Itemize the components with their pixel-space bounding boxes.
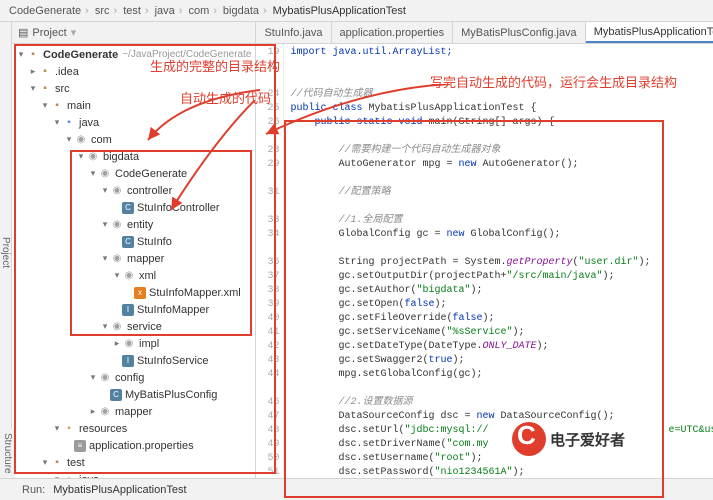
breadcrumb-bar: CodeGenerate src test java com bigdata M… [0,0,713,22]
crumb[interactable]: MybatisPlusApplicationTest [270,5,409,17]
crumb[interactable]: com [185,5,219,17]
panel-header: ▤ Project ▾ [12,22,255,44]
crumb[interactable]: bigdata [220,5,270,17]
crumb[interactable]: src [92,5,120,17]
editor-area: StuInfo.java application.properties MyBa… [256,22,713,478]
crumb[interactable]: java [152,5,186,17]
project-tool-tab[interactable]: Project [0,22,12,478]
run-toolwindow-bar[interactable]: Run: MybatisPlusApplicationTest [0,478,713,500]
tab[interactable]: MyBatisPlusConfig.java [453,22,586,43]
tab[interactable]: StuInfo.java [256,22,331,43]
tab-active[interactable]: MybatisPlusApplicationTest.java [586,22,713,43]
project-tree[interactable]: ▾▪CodeGenerate~/JavaProject/CodeGenerate… [12,44,255,478]
crumb[interactable]: CodeGenerate [6,5,92,17]
project-panel: ▤ Project ▾ ▾▪CodeGenerate~/JavaProject/… [12,22,256,478]
structure-tool-tab[interactable]: Structure [0,429,15,478]
editor-tabs: StuInfo.java application.properties MyBa… [256,22,713,44]
line-gutter: 1924252628293133343637383940414243444647… [256,44,284,478]
code-editor[interactable]: import java.util.ArrayList; //代码自动生成器 pu… [284,44,713,478]
crumb[interactable]: test [120,5,151,17]
project-icon: ▤ [18,26,28,39]
panel-title: Project [32,27,66,39]
tab[interactable]: application.properties [332,22,454,43]
